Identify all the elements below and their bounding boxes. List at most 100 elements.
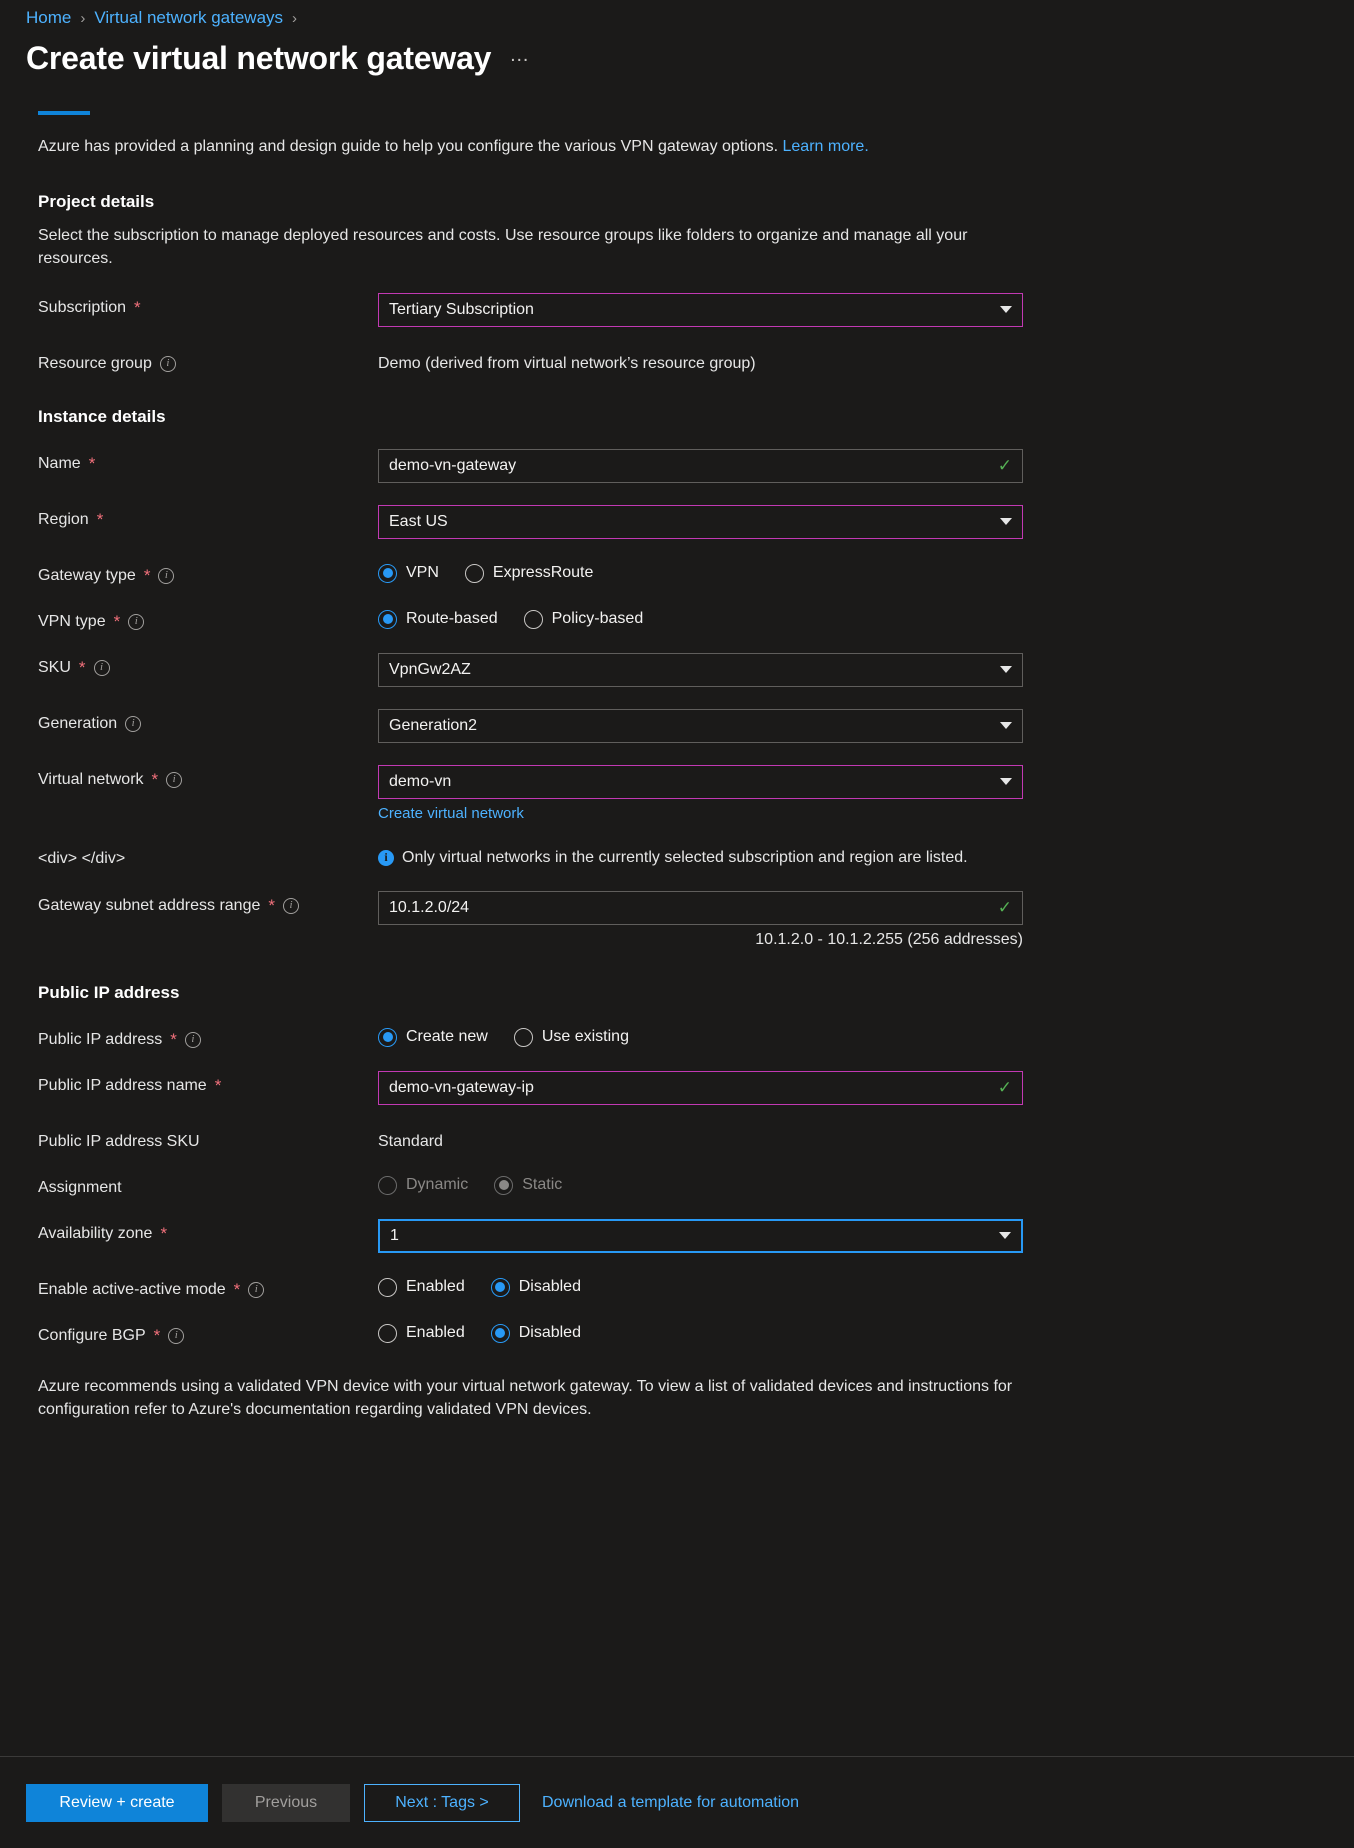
next-tags-button[interactable]: Next : Tags > — [364, 1783, 520, 1822]
radio-label: Policy-based — [551, 610, 644, 628]
info-icon[interactable]: i — [158, 567, 175, 584]
breadcrumb-virtual-network-gateways[interactable]: Virtual network gateways — [94, 8, 283, 28]
radio-public-ip-use-existing[interactable]: Use existing — [513, 1027, 629, 1047]
radio-public-ip-create-new[interactable]: Create new — [378, 1027, 488, 1047]
virtual-network-label-group: Virtual network * i — [38, 765, 378, 789]
availability-zone-value: 1 — [390, 1226, 399, 1244]
radio-active-active-disabled[interactable]: Disabled — [490, 1277, 581, 1297]
gateway-type-label: Gateway type — [38, 566, 136, 584]
create-virtual-network-link[interactable]: Create virtual network — [378, 805, 1328, 822]
radio-dot-icon — [378, 1323, 397, 1343]
required-asterisk: * — [153, 1326, 161, 1346]
radio-vpn-type-policy-based[interactable]: Policy-based — [523, 609, 644, 629]
name-input[interactable]: demo-vn-gateway ✓ — [378, 448, 1023, 483]
radio-gateway-type-expressroute[interactable]: ExpressRoute — [464, 563, 594, 583]
info-icon[interactable]: i — [282, 897, 299, 914]
row-assignment: Assignment Dynamic Static — [38, 1173, 1328, 1197]
public-ip-address-radio-group: Create new Use existing — [378, 1025, 1328, 1047]
radio-dot-icon — [378, 1277, 397, 1297]
radio-dot-icon — [464, 563, 484, 583]
radio-assignment-dynamic: Dynamic — [378, 1175, 468, 1195]
radio-label: Disabled — [518, 1324, 581, 1342]
required-asterisk: * — [96, 510, 104, 530]
radio-assignment-static: Static — [494, 1175, 562, 1195]
sku-label-group: SKU * i — [38, 653, 378, 677]
vnet-notice-control: i Only virtual networks in the currently… — [378, 844, 1328, 869]
chevron-down-icon — [999, 1232, 1011, 1240]
row-gateway-type: Gateway type * i VPN ExpressRoute — [38, 561, 1328, 585]
gateway-subnet-label: Gateway subnet address range — [38, 896, 261, 914]
virtual-network-select[interactable]: demo-vn — [378, 764, 1023, 799]
radio-dot-selected-icon — [378, 563, 397, 583]
sku-control: VpnGw2AZ — [378, 652, 1328, 687]
radio-label: Use existing — [541, 1028, 629, 1046]
gateway-type-label-group: Gateway type * i — [38, 561, 378, 585]
required-asterisk: * — [134, 298, 141, 318]
more-options-icon[interactable]: … — [509, 45, 531, 73]
region-select[interactable]: East US — [378, 504, 1023, 539]
row-resource-group: Resource group i Demo (derived from virt… — [38, 349, 1328, 373]
public-ip-address-control: Create new Use existing — [378, 1025, 1328, 1047]
row-virtual-network: Virtual network * i demo-vn Create virtu… — [38, 764, 1328, 822]
info-icon[interactable]: i — [125, 715, 142, 732]
public-ip-sku-label-group: Public IP address SKU — [38, 1127, 378, 1151]
subscription-label-group: Subscription * — [38, 293, 378, 317]
public-ip-name-input[interactable]: demo-vn-gateway-ip ✓ — [378, 1070, 1023, 1105]
radio-active-active-enabled[interactable]: Enabled — [378, 1277, 465, 1297]
chevron-down-icon — [1000, 306, 1012, 314]
info-icon[interactable]: i — [128, 613, 145, 630]
info-icon[interactable]: i — [159, 355, 176, 372]
info-icon[interactable]: i — [184, 1031, 201, 1048]
region-value: East US — [389, 512, 448, 530]
public-ip-name-control: demo-vn-gateway-ip ✓ — [378, 1070, 1328, 1105]
configure-bgp-control: Enabled Disabled — [378, 1321, 1328, 1343]
row-subscription: Subscription * Tertiary Subscription — [38, 292, 1328, 327]
vpn-type-label-group: VPN type * i — [38, 607, 378, 631]
radio-configure-bgp-disabled[interactable]: Disabled — [490, 1323, 581, 1343]
required-asterisk: * — [113, 612, 121, 632]
generation-select[interactable]: Generation2 — [378, 708, 1023, 743]
row-public-ip-address: Public IP address * i Create new Use exi… — [38, 1025, 1328, 1049]
row-name: Name * demo-vn-gateway ✓ — [38, 448, 1328, 483]
chevron-down-icon — [1000, 666, 1012, 674]
gateway-type-radio-group: VPN ExpressRoute — [378, 561, 1328, 583]
sku-select[interactable]: VpnGw2AZ — [378, 652, 1023, 687]
info-icon[interactable]: i — [168, 1327, 185, 1344]
radio-dot-selected-icon — [378, 1027, 397, 1047]
gateway-subnet-value: 10.1.2.0/24 — [389, 898, 470, 916]
virtual-network-label: Virtual network — [38, 770, 144, 788]
radio-configure-bgp-enabled[interactable]: Enabled — [378, 1323, 465, 1343]
row-generation: Generation i Generation2 — [38, 708, 1328, 743]
info-icon[interactable]: i — [166, 771, 183, 788]
availability-zone-select[interactable]: 1 — [378, 1218, 1023, 1253]
required-asterisk: * — [88, 454, 96, 474]
subscription-select[interactable]: Tertiary Subscription — [378, 292, 1023, 327]
active-active-label: Enable active-active mode — [38, 1280, 226, 1298]
required-asterisk: * — [143, 566, 151, 586]
div-literal-label: <div> </div> — [38, 849, 126, 867]
learn-more-link[interactable]: Learn more. — [783, 138, 869, 155]
configure-bgp-label-group: Configure BGP * i — [38, 1321, 378, 1345]
availability-zone-control: 1 — [378, 1218, 1328, 1253]
tab-strip: Basics Tags Review + create — [38, 89, 1354, 123]
review-create-button[interactable]: Review + create — [26, 1783, 208, 1822]
radio-dot-selected-icon — [378, 609, 397, 629]
radio-label: Enabled — [406, 1278, 465, 1296]
row-active-active: Enable active-active mode * i Enabled Di… — [38, 1275, 1328, 1299]
vnet-notice-text: Only virtual networks in the currently s… — [402, 848, 968, 866]
info-icon[interactable]: i — [93, 659, 110, 676]
active-active-radio-group: Enabled Disabled — [378, 1275, 1328, 1297]
project-details-description: Select the subscription to manage deploy… — [38, 227, 968, 268]
download-template-link[interactable]: Download a template for automation — [542, 1794, 799, 1812]
row-vnet-notice: <div> </div> i Only virtual networks in … — [38, 844, 1328, 869]
info-icon[interactable]: i — [248, 1281, 265, 1298]
radio-label: ExpressRoute — [492, 564, 594, 582]
breadcrumb-home[interactable]: Home — [26, 8, 71, 28]
virtual-network-control: demo-vn Create virtual network — [378, 764, 1328, 822]
radio-vpn-type-route-based[interactable]: Route-based — [378, 609, 498, 629]
public-ip-heading: Public IP address — [38, 982, 180, 1002]
radio-gateway-type-vpn[interactable]: VPN — [378, 563, 439, 583]
required-asterisk: * — [233, 1280, 241, 1300]
chevron-down-icon — [1000, 722, 1012, 730]
gateway-subnet-input[interactable]: 10.1.2.0/24 ✓ — [378, 890, 1023, 925]
